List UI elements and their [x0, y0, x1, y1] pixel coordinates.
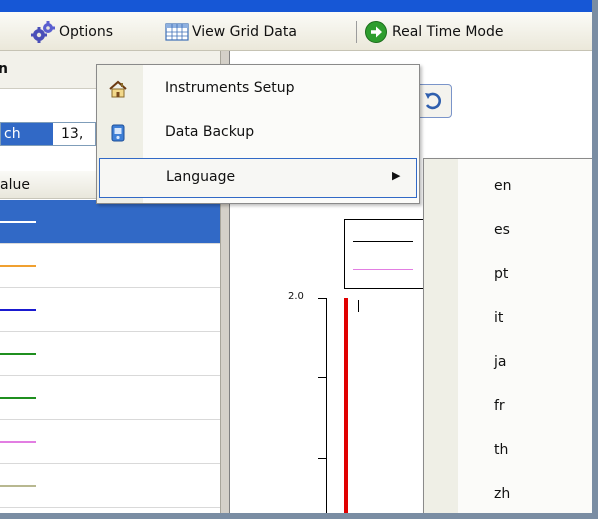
y-axis-tick-label-top: 2.0: [288, 291, 304, 302]
language-option-0[interactable]: en: [458, 165, 592, 209]
panel-header-text: n: [0, 61, 8, 77]
app-window: Options View Grid Data Real Time Mode n …: [0, 0, 592, 513]
undo-icon: [423, 91, 443, 115]
real-time-mode-button[interactable]: Real Time Mode: [364, 12, 504, 51]
language-option-2[interactable]: pt: [458, 253, 592, 297]
series-color-swatch: [0, 353, 36, 355]
menu-item-label: Language: [166, 169, 236, 185]
series-row[interactable]: [0, 464, 220, 508]
plot-series-red: [344, 298, 348, 513]
series-color-swatch: [0, 221, 36, 223]
series-color-swatch: [0, 309, 36, 311]
plot-marker: [358, 300, 359, 312]
series-color-swatch: [0, 397, 36, 399]
options-button[interactable]: Options: [30, 12, 113, 51]
submenu-icon-gutter: [424, 159, 458, 513]
language-option-3[interactable]: it: [458, 297, 592, 341]
series-color-swatch: [0, 441, 36, 443]
date-field[interactable]: ch 13,: [0, 122, 96, 146]
backup-icon: [109, 124, 127, 142]
language-option-label: zh: [494, 486, 511, 502]
language-option-label: pt: [494, 266, 509, 282]
toolbar-separator: [356, 21, 357, 43]
language-option-5[interactable]: fr: [458, 385, 592, 429]
language-option-label: th: [494, 442, 509, 458]
grid-icon: [165, 22, 189, 42]
gears-icon: [30, 20, 56, 43]
main-toolbar: Options View Grid Data Real Time Mode: [0, 12, 592, 51]
language-option-7[interactable]: zh: [458, 473, 592, 513]
series-row[interactable]: [0, 420, 220, 464]
series-row[interactable]: [0, 200, 220, 244]
series-color-swatch: [0, 265, 36, 267]
view-grid-data-label: View Grid Data: [192, 23, 297, 40]
language-option-label: fr: [494, 398, 505, 414]
green-arrow-icon: [364, 20, 388, 44]
language-submenu: en es pt it ja fr th zh: [423, 158, 592, 513]
language-option-label: it: [494, 310, 504, 326]
value-column-header-label: alue: [0, 177, 30, 193]
menu-item-instruments-setup[interactable]: Instruments Setup: [99, 70, 417, 110]
legend-line-pink: [353, 269, 413, 270]
options-menu: Instruments Setup Data Backup Language ▶: [96, 64, 420, 204]
series-row[interactable]: [0, 244, 220, 288]
menu-item-label: Data Backup: [165, 124, 255, 140]
language-option-1[interactable]: es: [458, 209, 592, 253]
submenu-arrow-icon: ▶: [392, 169, 401, 182]
language-option-label: ja: [494, 354, 507, 370]
menu-item-language[interactable]: Language ▶: [99, 158, 417, 198]
title-bar: [0, 0, 592, 12]
house-icon: [109, 80, 127, 98]
legend-line-black: [353, 241, 413, 242]
y-axis-line: [326, 298, 327, 513]
y-axis-tick: [318, 458, 326, 459]
menu-item-label: Instruments Setup: [165, 80, 295, 96]
series-row[interactable]: [0, 288, 220, 332]
language-option-6[interactable]: th: [458, 429, 592, 473]
view-grid-data-button[interactable]: View Grid Data: [165, 12, 297, 51]
series-color-swatch: [0, 485, 36, 487]
date-field-text: 13,: [61, 126, 84, 142]
date-field-selected-text: ch: [1, 123, 53, 145]
options-label: Options: [59, 23, 114, 40]
chart-legend: [344, 219, 424, 289]
real-time-mode-label: Real Time Mode: [392, 23, 504, 40]
menu-item-data-backup[interactable]: Data Backup: [99, 114, 417, 154]
y-axis-tick: [318, 298, 326, 299]
y-axis-tick: [318, 377, 326, 378]
language-option-label: en: [494, 178, 512, 194]
language-option-4[interactable]: ja: [458, 341, 592, 385]
series-row[interactable]: [0, 376, 220, 420]
language-option-label: es: [494, 222, 510, 238]
series-row[interactable]: [0, 332, 220, 376]
